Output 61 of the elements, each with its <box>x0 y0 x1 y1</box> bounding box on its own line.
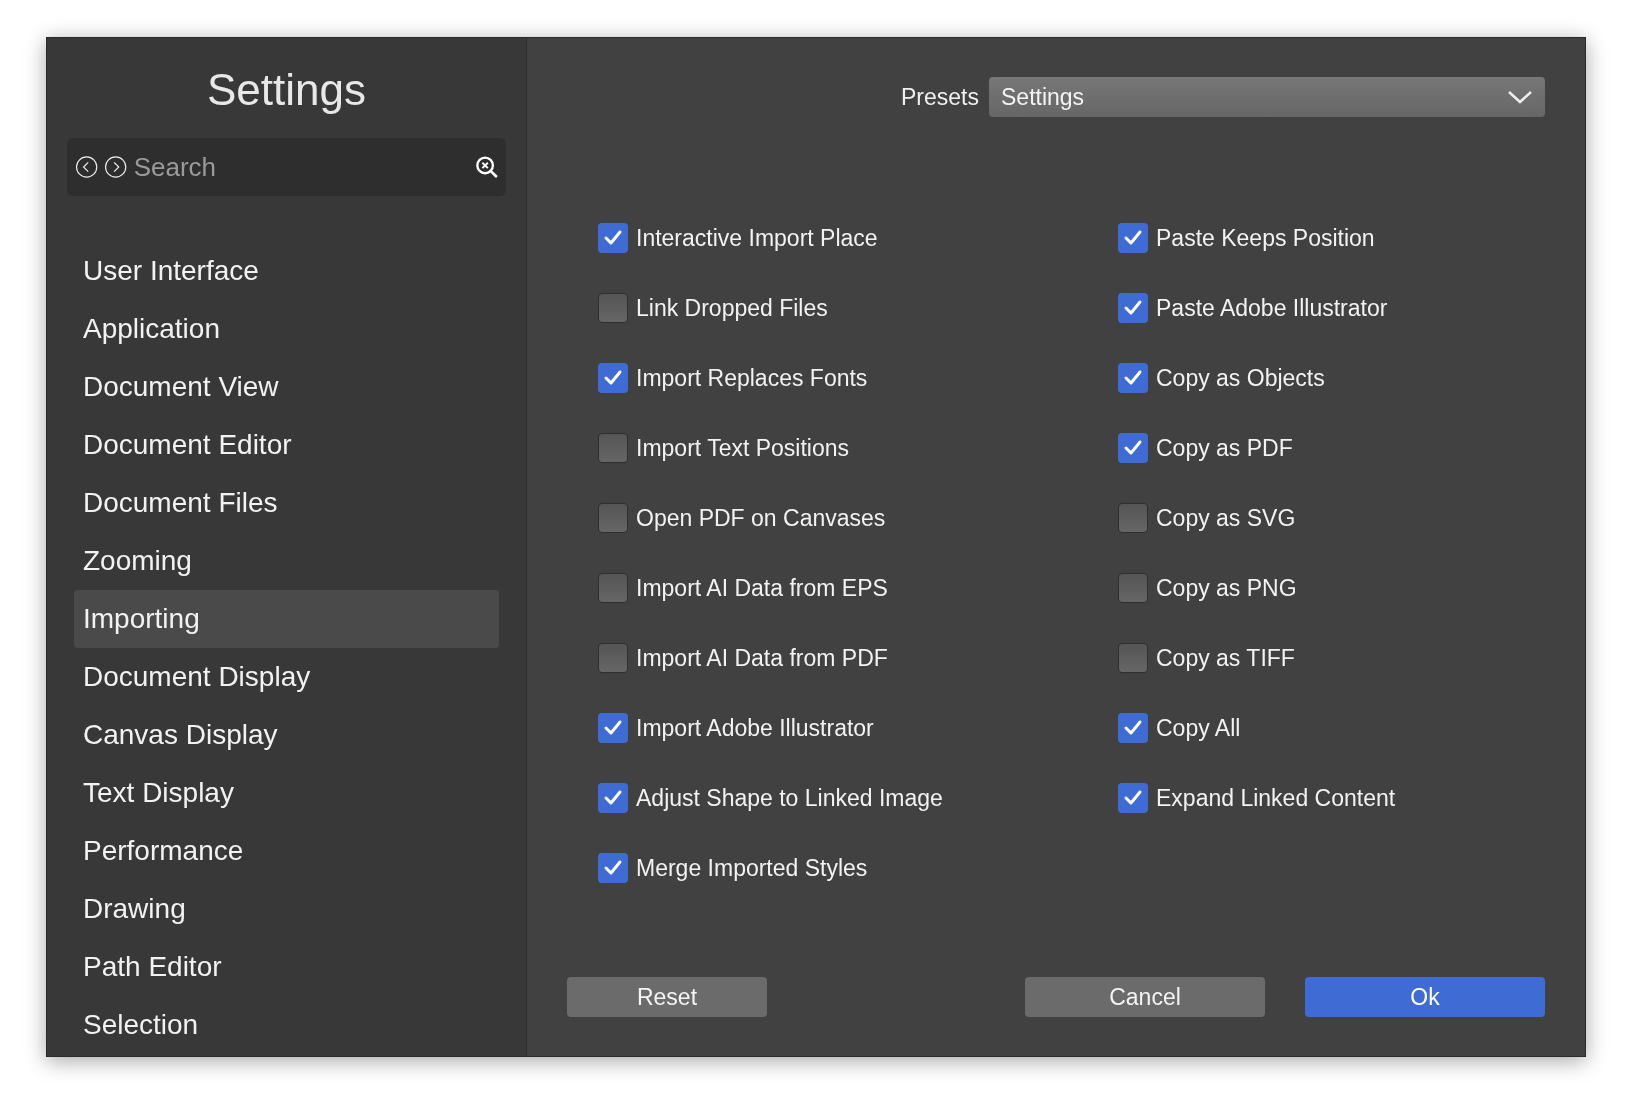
checkbox[interactable] <box>1118 643 1148 673</box>
checkbox[interactable] <box>598 643 628 673</box>
option-label: Paste Adobe Illustrator <box>1156 293 1388 323</box>
checkbox[interactable] <box>1118 293 1148 323</box>
sidebar-item[interactable]: Document Display <box>74 648 499 706</box>
checkbox[interactable] <box>1118 433 1148 463</box>
presets-dropdown[interactable]: Settings <box>989 77 1545 117</box>
option-label: Link Dropped Files <box>636 293 828 323</box>
sidebar-item[interactable]: Canvas Display <box>74 706 499 764</box>
sidebar-item[interactable]: Importing <box>74 590 499 648</box>
sidebar-item[interactable]: Zooming <box>74 532 499 590</box>
option-label: Import AI Data from PDF <box>636 643 888 673</box>
checkbox[interactable] <box>1118 573 1148 603</box>
option-label: Import Replaces Fonts <box>636 363 868 393</box>
checkbox[interactable] <box>598 783 628 813</box>
sidebar-item[interactable]: User Interface <box>74 242 499 300</box>
ok-button[interactable]: Ok <box>1305 977 1545 1017</box>
checkbox[interactable] <box>1118 713 1148 743</box>
search-field[interactable]: Search <box>133 147 469 187</box>
checkbox[interactable] <box>598 503 628 533</box>
checkbox[interactable] <box>598 433 628 463</box>
checkbox[interactable] <box>598 223 628 253</box>
checkbox[interactable] <box>1118 783 1148 813</box>
sidebar-item[interactable]: Document Files <box>74 474 499 532</box>
option-label: Paste Keeps Position <box>1156 223 1375 253</box>
sidebar-item[interactable]: Path Editor <box>74 938 499 996</box>
sidebar-item[interactable]: Drawing <box>74 880 499 938</box>
sidebar-item[interactable]: Performance <box>74 822 499 880</box>
presets-label: Presets <box>901 82 979 112</box>
option-label: Import Adobe Illustrator <box>636 713 874 743</box>
checkbox[interactable] <box>598 573 628 603</box>
chevron-down-icon <box>1507 89 1533 105</box>
cancel-button[interactable]: Cancel <box>1025 977 1265 1017</box>
sidebar-item[interactable]: Document View <box>74 358 499 416</box>
sidebar-title: Settings <box>206 64 367 116</box>
checkbox[interactable] <box>1118 363 1148 393</box>
search-bar[interactable]: Search <box>67 138 506 196</box>
checkbox[interactable] <box>1118 223 1148 253</box>
option-label: Copy as PDF <box>1156 433 1293 463</box>
checkbox[interactable] <box>598 293 628 323</box>
option-label: Merge Imported Styles <box>636 853 868 883</box>
reset-button[interactable]: Reset <box>567 977 767 1017</box>
option-label: Copy All <box>1156 713 1241 743</box>
option-label: Copy as Objects <box>1156 363 1325 393</box>
checkbox[interactable] <box>598 853 628 883</box>
option-label: Copy as TIFF <box>1156 643 1295 673</box>
option-label: Import Text Positions <box>636 433 850 463</box>
option-label: Expand Linked Content <box>1156 783 1396 813</box>
option-label: Copy as PNG <box>1156 573 1297 603</box>
option-label: Interactive Import Place <box>636 223 878 253</box>
sidebar-item[interactable]: Selection <box>74 996 499 1054</box>
option-label: Open PDF on Canvases <box>636 503 886 533</box>
option-label: Copy as SVG <box>1156 503 1296 533</box>
sidebar-item[interactable]: Text Display <box>74 764 499 822</box>
option-label: Adjust Shape to Linked Image <box>636 783 943 813</box>
checkbox[interactable] <box>1118 503 1148 533</box>
sidebar-item[interactable]: Document Editor <box>74 416 499 474</box>
checkbox[interactable] <box>598 713 628 743</box>
checkbox[interactable] <box>598 363 628 393</box>
option-label: Import AI Data from EPS <box>636 573 888 603</box>
sidebar-item[interactable]: Application <box>74 300 499 358</box>
